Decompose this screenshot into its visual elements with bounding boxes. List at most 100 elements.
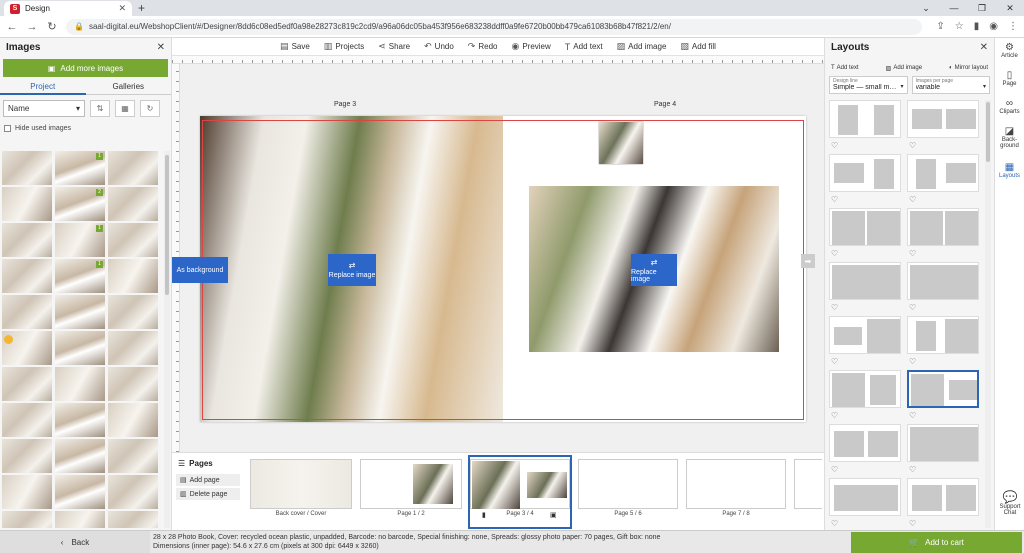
add-image-button[interactable]: ▨ Add image [617, 41, 667, 52]
layout-option[interactable]: ♡ [907, 424, 979, 478]
layout-card[interactable] [907, 208, 979, 246]
layout-option[interactable]: ♡ [907, 478, 979, 528]
image-thumbnail[interactable] [2, 187, 52, 221]
layout-card[interactable] [829, 154, 901, 192]
image-thumbnail[interactable] [55, 367, 105, 401]
image-thumbnail[interactable]: 1 [55, 259, 105, 293]
layout-card[interactable] [829, 208, 901, 246]
hide-used-images-toggle[interactable]: Hide used images [0, 121, 171, 135]
add-text-button[interactable]: T Add text [565, 42, 603, 52]
image-thumbnail[interactable] [108, 511, 158, 528]
back-arrow-icon[interactable]: ← [6, 21, 18, 33]
page-right[interactable]: ⇄ Replace image [503, 116, 806, 422]
page-thumb-3-4[interactable] [470, 459, 570, 509]
heart-icon[interactable]: ♡ [909, 141, 916, 150]
mirror-layout-button[interactable]: ◐ Mirror layout [949, 62, 988, 74]
projects-button[interactable]: ▥ Projects [324, 41, 364, 52]
tab-galleries[interactable]: Galleries [85, 79, 171, 95]
layout-card[interactable] [907, 154, 979, 192]
hide-used-checkbox[interactable] [4, 124, 11, 132]
heart-icon[interactable]: ♡ [909, 465, 916, 474]
preview-button[interactable]: ◉ Preview [511, 41, 550, 52]
layout-card[interactable] [907, 100, 979, 138]
add-fill-button[interactable]: ▧ Add fill [680, 41, 716, 52]
strip-article[interactable]: ⚙ Article [995, 38, 1024, 66]
layout-option[interactable]: ♡ [907, 316, 979, 370]
as-background-button[interactable]: As background [172, 257, 228, 283]
layout-card[interactable] [829, 316, 901, 354]
heart-icon[interactable]: ♡ [909, 303, 916, 312]
heart-icon[interactable]: ♡ [831, 357, 838, 366]
image-thumbnail[interactable] [2, 331, 52, 365]
image-thumbnail[interactable] [108, 295, 158, 329]
image-thumbnail[interactable] [55, 403, 105, 437]
layout-card[interactable] [907, 424, 979, 462]
image-thumbnail[interactable] [108, 367, 158, 401]
image-thumbnail[interactable] [55, 475, 105, 509]
browser-tab[interactable]: S Design ✕ [4, 1, 132, 16]
restore-icon[interactable]: ❐ [968, 0, 996, 16]
image-thumbnail[interactable] [55, 331, 105, 365]
page-thumb-5-6[interactable] [578, 459, 678, 509]
heart-icon[interactable]: ♡ [909, 357, 916, 366]
image-thumbnail[interactable] [108, 187, 158, 221]
image-thumbnail[interactable] [2, 151, 52, 185]
support-chat-button[interactable]: 💬 Support Chat [995, 490, 1024, 516]
image-thumbnail[interactable] [2, 403, 52, 437]
sidebar-icon[interactable]: ▮ [974, 21, 980, 32]
page-thumb-cover[interactable] [250, 459, 352, 509]
strip-background[interactable]: ◪ Back-ground [995, 122, 1024, 158]
layout-card[interactable] [829, 424, 901, 462]
image-thumbnail[interactable] [108, 331, 158, 365]
image-thumbnail[interactable] [108, 439, 158, 473]
heart-icon[interactable]: ♡ [909, 519, 916, 528]
share-page-icon[interactable]: ⇪ [936, 21, 944, 32]
url-field[interactable]: 🔒 saal-digital.eu/WebshopClient/#/Design… [66, 18, 923, 35]
image-thumbnail[interactable] [2, 259, 52, 293]
add-to-cart-button[interactable]: 🛒 Add to cart [851, 532, 1022, 553]
image-thumbnail[interactable]: 2 [55, 187, 105, 221]
image-thumbnail[interactable] [2, 475, 52, 509]
add-page-button[interactable]: ▤ Add page [176, 474, 240, 486]
heart-icon[interactable]: ♡ [831, 195, 838, 204]
reload-icon[interactable]: ↻ [46, 20, 58, 33]
close-window-icon[interactable]: ✕ [996, 0, 1024, 16]
share-button[interactable]: ⋖ Share [378, 41, 410, 52]
layout-option[interactable]: ♡ [829, 370, 901, 424]
layout-option[interactable]: ♡ [829, 154, 901, 208]
layout-card[interactable] [829, 100, 901, 138]
layout-card[interactable] [829, 478, 901, 516]
replace-image-button[interactable]: ⇄ Replace image [328, 254, 376, 286]
refresh-button[interactable]: ↻ [140, 100, 160, 117]
layout-option[interactable]: ♡ [907, 370, 979, 424]
page-thumb-next[interactable] [794, 459, 822, 509]
image-thumbnail[interactable] [108, 403, 158, 437]
sort-select[interactable]: Name ▾ [3, 100, 85, 117]
undo-button[interactable]: ↶ Undo [424, 41, 454, 52]
heart-icon[interactable]: ♡ [831, 303, 838, 312]
replace-image-button-2[interactable]: ⇄ Replace image [631, 254, 677, 286]
layout-card-selected[interactable] [907, 370, 979, 408]
tab-project[interactable]: Project [0, 79, 86, 95]
layout-option[interactable]: ♡ [907, 208, 979, 262]
image-thumbnail[interactable]: 1 [55, 151, 105, 185]
layout-card[interactable] [907, 478, 979, 516]
layout-option[interactable]: ♡ [829, 100, 901, 154]
image-thumbnail[interactable] [55, 511, 105, 528]
image-thumbnail[interactable] [108, 475, 158, 509]
image-thumbnail[interactable] [2, 511, 52, 528]
profile-icon[interactable]: ◉ [989, 21, 998, 32]
forward-arrow-icon[interactable]: → [26, 21, 38, 33]
scrollbar-thumb[interactable] [165, 155, 169, 295]
image-thumbnail[interactable] [55, 439, 105, 473]
layout-card[interactable] [829, 262, 901, 300]
heart-icon[interactable]: ♡ [909, 411, 916, 420]
image-thumbnail[interactable] [108, 223, 158, 257]
layout-option[interactable]: ♡ [907, 100, 979, 154]
close-icon[interactable]: ✕ [980, 42, 988, 53]
redo-button[interactable]: ↷ Redo [468, 41, 498, 52]
new-tab-icon[interactable]: + [138, 1, 145, 15]
sort-order-button[interactable]: ⇅ [90, 100, 110, 117]
menu-dots-icon[interactable]: ⋮ [1008, 21, 1018, 32]
layout-option[interactable]: ♡ [907, 262, 979, 316]
